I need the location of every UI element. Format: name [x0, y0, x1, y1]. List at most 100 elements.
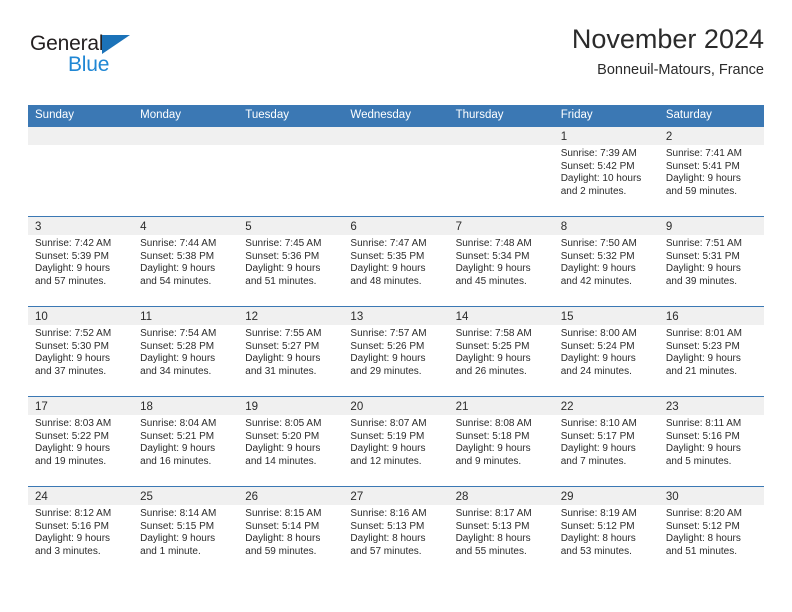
day-number-band: 19 [238, 397, 344, 415]
day-cell[interactable]: 12 Sunrise: 7:55 AM Sunset: 5:27 PM Dayl… [238, 307, 344, 396]
sunrise-text: Sunrise: 7:48 AM [455, 238, 532, 249]
day-cell[interactable] [343, 127, 449, 216]
day-number-band: 30 [658, 487, 764, 505]
day-number: 23 [665, 401, 679, 413]
day-cell[interactable] [448, 127, 554, 216]
sunrise-text: Sunrise: 8:03 AM [35, 418, 112, 429]
daylight-text-line2: and 51 minutes. [665, 545, 738, 557]
day-number-band [343, 127, 449, 145]
generalblue-logo[interactable]: General Blue [30, 32, 160, 84]
daylight-text-line2: and 45 minutes. [455, 275, 527, 287]
daylight-text-line1: Daylight: 9 hours [560, 353, 636, 365]
daylight-text-line2: and 26 minutes. [455, 365, 527, 377]
sunset-text: Sunset: 5:42 PM [560, 160, 635, 172]
day-cell[interactable]: 11 Sunrise: 7:54 AM Sunset: 5:28 PM Dayl… [133, 307, 239, 396]
day-cell[interactable]: 17 Sunrise: 8:03 AM Sunset: 5:22 PM Dayl… [28, 397, 134, 486]
day-cell[interactable]: 18 Sunrise: 8:04 AM Sunset: 5:21 PM Dayl… [133, 397, 239, 486]
day-cell[interactable]: 20 Sunrise: 8:07 AM Sunset: 5:19 PM Dayl… [343, 397, 449, 486]
calendar-week-row: 24 Sunrise: 8:12 AM Sunset: 5:16 PM Dayl… [28, 486, 764, 576]
day-number: 27 [350, 491, 364, 503]
day-cell[interactable]: 26 Sunrise: 8:15 AM Sunset: 5:14 PM Dayl… [238, 487, 344, 576]
day-cell[interactable]: 14 Sunrise: 7:58 AM Sunset: 5:25 PM Dayl… [448, 307, 554, 396]
sunrise-text: Sunrise: 7:57 AM [350, 328, 427, 339]
daylight-text-line1: Daylight: 9 hours [140, 353, 216, 365]
sunrise-text: Sunrise: 8:16 AM [350, 508, 427, 519]
day-cell[interactable]: 6 Sunrise: 7:47 AM Sunset: 5:35 PM Dayli… [343, 217, 449, 306]
day-details: Sunrise: 7:41 AM Sunset: 5:41 PM Dayligh… [659, 145, 764, 198]
sunrise-text: Sunrise: 7:58 AM [455, 328, 532, 339]
day-cell[interactable]: 9 Sunrise: 7:51 AM Sunset: 5:31 PM Dayli… [658, 217, 764, 306]
daylight-text-line1: Daylight: 9 hours [350, 263, 426, 275]
day-cell[interactable]: 3 Sunrise: 7:42 AM Sunset: 5:39 PM Dayli… [28, 217, 134, 306]
sunrise-text: Sunrise: 8:19 AM [560, 508, 637, 519]
sunset-text: Sunset: 5:26 PM [350, 340, 425, 352]
day-cell[interactable]: 24 Sunrise: 8:12 AM Sunset: 5:16 PM Dayl… [28, 487, 134, 576]
day-cell[interactable]: 23 Sunrise: 8:11 AM Sunset: 5:16 PM Dayl… [658, 397, 764, 486]
day-cell[interactable]: 30 Sunrise: 8:20 AM Sunset: 5:12 PM Dayl… [658, 487, 764, 576]
daylight-text-line1: Daylight: 9 hours [245, 263, 321, 275]
day-details: Sunrise: 7:42 AM Sunset: 5:39 PM Dayligh… [28, 235, 133, 288]
sunset-text: Sunset: 5:36 PM [245, 250, 320, 262]
sunrise-text: Sunrise: 8:05 AM [245, 418, 322, 429]
day-cell[interactable] [28, 127, 134, 216]
day-number-band: 23 [658, 397, 764, 415]
day-cell[interactable] [133, 127, 239, 216]
day-number-band: 13 [343, 307, 449, 325]
day-cell[interactable]: 19 Sunrise: 8:05 AM Sunset: 5:20 PM Dayl… [238, 397, 344, 486]
calendar-week-row: 10 Sunrise: 7:52 AM Sunset: 5:30 PM Dayl… [28, 306, 764, 396]
daylight-text-line2: and 3 minutes. [35, 545, 101, 557]
day-cell[interactable]: 29 Sunrise: 8:19 AM Sunset: 5:12 PM Dayl… [553, 487, 659, 576]
day-cell[interactable]: 28 Sunrise: 8:17 AM Sunset: 5:13 PM Dayl… [448, 487, 554, 576]
daylight-text-line2: and 59 minutes. [665, 185, 738, 197]
day-number-band: 8 [553, 217, 659, 235]
day-cell[interactable]: 7 Sunrise: 7:48 AM Sunset: 5:34 PM Dayli… [448, 217, 554, 306]
sunset-text: Sunset: 5:27 PM [245, 340, 320, 352]
daylight-text-line2: and 12 minutes. [350, 455, 422, 467]
day-number-band: 24 [28, 487, 134, 505]
sunrise-text: Sunrise: 8:00 AM [560, 328, 637, 339]
day-cell[interactable]: 5 Sunrise: 7:45 AM Sunset: 5:36 PM Dayli… [238, 217, 344, 306]
day-cell[interactable]: 8 Sunrise: 7:50 AM Sunset: 5:32 PM Dayli… [553, 217, 659, 306]
weekday-header-tuesday: Tuesday [245, 109, 289, 121]
day-cell[interactable]: 21 Sunrise: 8:08 AM Sunset: 5:18 PM Dayl… [448, 397, 554, 486]
day-details: Sunrise: 8:20 AM Sunset: 5:12 PM Dayligh… [659, 505, 764, 558]
day-number-band: 21 [448, 397, 554, 415]
sunrise-text: Sunrise: 7:39 AM [560, 148, 637, 159]
sunset-text: Sunset: 5:32 PM [560, 250, 635, 262]
calendar-week-row: 3 Sunrise: 7:42 AM Sunset: 5:39 PM Dayli… [28, 216, 764, 306]
day-cell[interactable]: 2 Sunrise: 7:41 AM Sunset: 5:41 PM Dayli… [658, 127, 764, 216]
daylight-text-line2: and 5 minutes. [665, 455, 732, 467]
day-details: Sunrise: 7:54 AM Sunset: 5:28 PM Dayligh… [133, 325, 238, 378]
day-cell[interactable] [238, 127, 344, 216]
day-number: 13 [350, 311, 364, 323]
daylight-text-line2: and 16 minutes. [140, 455, 212, 467]
day-number-band: 27 [343, 487, 449, 505]
page-header: General Blue November 2024 Bonneuil-Mato… [28, 22, 764, 100]
day-cell[interactable]: 27 Sunrise: 8:16 AM Sunset: 5:13 PM Dayl… [343, 487, 449, 576]
day-cell[interactable]: 25 Sunrise: 8:14 AM Sunset: 5:15 PM Dayl… [133, 487, 239, 576]
day-cell[interactable]: 13 Sunrise: 7:57 AM Sunset: 5:26 PM Dayl… [343, 307, 449, 396]
day-cell[interactable]: 4 Sunrise: 7:44 AM Sunset: 5:38 PM Dayli… [133, 217, 239, 306]
daylight-text-line2: and 39 minutes. [665, 275, 738, 287]
daylight-text-line1: Daylight: 8 hours [665, 533, 741, 545]
day-cell[interactable]: 22 Sunrise: 8:10 AM Sunset: 5:17 PM Dayl… [553, 397, 659, 486]
day-cell[interactable]: 16 Sunrise: 8:01 AM Sunset: 5:23 PM Dayl… [658, 307, 764, 396]
day-details: Sunrise: 7:51 AM Sunset: 5:31 PM Dayligh… [659, 235, 764, 288]
daylight-text-line1: Daylight: 10 hours [560, 173, 642, 185]
day-cell[interactable]: 1 Sunrise: 7:39 AM Sunset: 5:42 PM Dayli… [553, 127, 659, 216]
sunset-text: Sunset: 5:19 PM [350, 430, 425, 442]
sunrise-text: Sunrise: 7:55 AM [245, 328, 322, 339]
sunrise-text: Sunrise: 7:47 AM [350, 238, 427, 249]
day-cell[interactable]: 15 Sunrise: 8:00 AM Sunset: 5:24 PM Dayl… [553, 307, 659, 396]
day-number-band: 28 [448, 487, 554, 505]
sunset-text: Sunset: 5:39 PM [35, 250, 109, 262]
day-details: Sunrise: 7:39 AM Sunset: 5:42 PM Dayligh… [554, 145, 659, 198]
day-number-band [133, 127, 239, 145]
sunrise-text: Sunrise: 8:01 AM [665, 328, 742, 339]
calendar-week-row: 1 Sunrise: 7:39 AM Sunset: 5:42 PM Dayli… [28, 126, 764, 216]
day-number: 26 [245, 491, 259, 503]
sunrise-text: Sunrise: 8:14 AM [140, 508, 217, 519]
day-number: 4 [140, 221, 147, 233]
day-details: Sunrise: 8:07 AM Sunset: 5:19 PM Dayligh… [343, 415, 448, 468]
day-cell[interactable]: 10 Sunrise: 7:52 AM Sunset: 5:30 PM Dayl… [28, 307, 134, 396]
